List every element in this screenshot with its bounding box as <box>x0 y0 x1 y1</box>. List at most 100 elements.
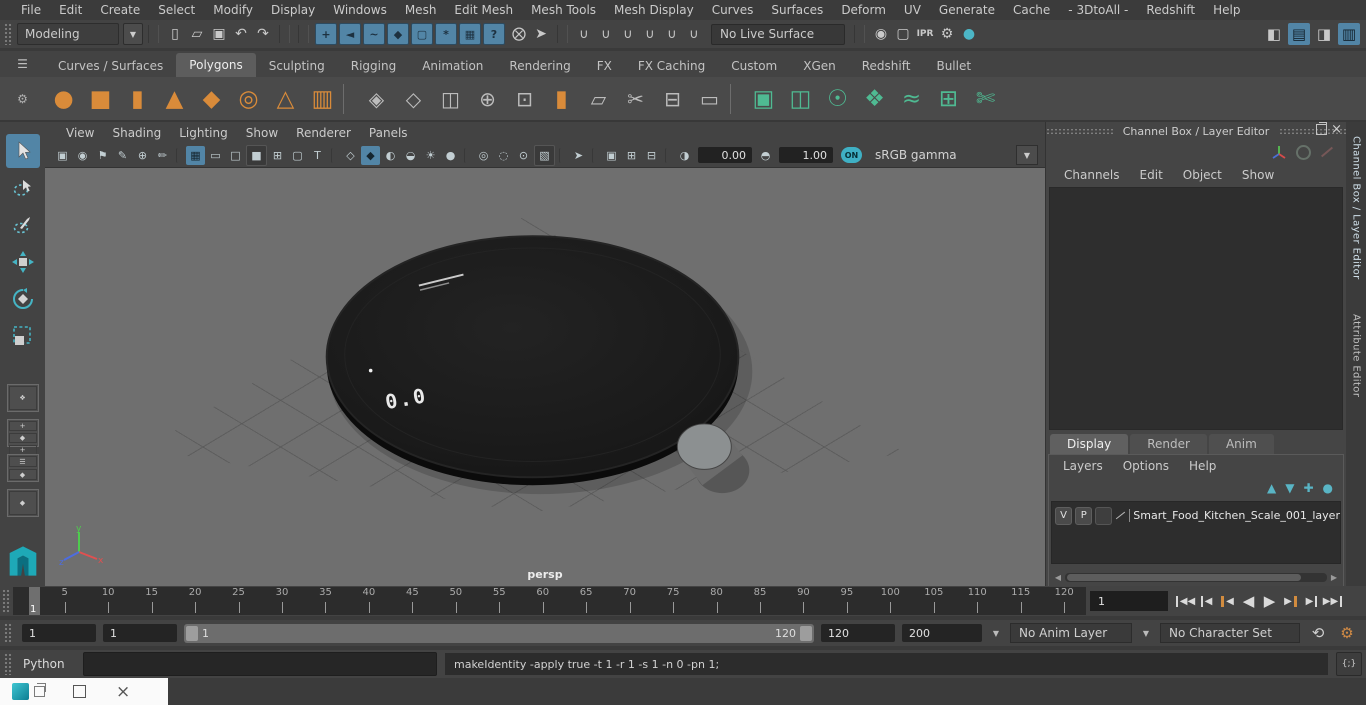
multi-cut-icon[interactable]: ✂ <box>617 80 654 117</box>
modeling-toolkit-icon[interactable]: ◧ <box>1263 23 1285 45</box>
menubar-item[interactable]: UV <box>895 3 930 17</box>
tool-settings-icon[interactable]: ◨ <box>1313 23 1335 45</box>
step-forward-key-button[interactable]: ▶ <box>1280 590 1301 612</box>
menubar-item[interactable]: Select <box>149 3 204 17</box>
float-panel-icon[interactable] <box>1316 122 1328 135</box>
colorspace-dropdown-arrow-icon[interactable]: ▼ <box>1016 145 1038 165</box>
paint-select-tool[interactable] <box>6 208 40 242</box>
colorspace-dropdown[interactable]: sRGB gamma <box>867 146 1015 164</box>
exposure-field[interactable]: 0.00 <box>698 147 752 163</box>
screen-space-ao-icon[interactable]: ◎ <box>474 146 493 165</box>
separator[interactable] <box>559 147 565 163</box>
shelf-tab[interactable]: XGen <box>790 55 849 77</box>
layer-editor-tab[interactable]: Anim <box>1208 434 1274 454</box>
two-d-pan-zoom-icon[interactable]: ⊕ <box>133 146 152 165</box>
wireframe-icon[interactable]: ◇ <box>341 146 360 165</box>
current-frame-marker[interactable]: 1 <box>29 587 40 615</box>
menu-set-selector[interactable]: Modeling <box>17 23 119 45</box>
snap-to-points-icon[interactable]: ∪ <box>617 23 639 45</box>
axis-tripod-icon[interactable] <box>1271 145 1287 159</box>
shelf-menu-icon[interactable]: ☰ <box>0 57 45 71</box>
create-empty-layer-icon[interactable]: ✚ <box>1303 481 1313 495</box>
safe-title-icon[interactable]: T <box>308 146 327 165</box>
edge-flow-icon[interactable]: ⊟ <box>654 80 691 117</box>
snap-to-curves-icon[interactable]: ∪ <box>595 23 617 45</box>
shadows-icon[interactable]: ● <box>441 146 460 165</box>
menubar-item[interactable]: Mesh <box>396 3 446 17</box>
panel-menu-item[interactable]: Show <box>237 126 287 140</box>
layer-row[interactable]: V P Smart_Food_Kitchen_Scale_001_layer <box>1052 505 1340 526</box>
rotate-tool[interactable] <box>6 282 40 316</box>
layer-scrollbar[interactable]: ◀ ▶ <box>1051 570 1341 584</box>
separate-icon[interactable]: ◇ <box>395 80 432 117</box>
open-scene-icon[interactable]: ▱ <box>186 23 208 45</box>
channel-list-area[interactable] <box>1049 187 1343 430</box>
attribute-editor-icon[interactable]: ▤ <box>1288 23 1310 45</box>
poly-cube-icon[interactable]: ■ <box>82 80 119 117</box>
menubar-item[interactable]: Redshift <box>1137 3 1204 17</box>
single-pane-layout-button[interactable]: ❖ <box>6 384 39 412</box>
poly-pipe-icon[interactable]: ▥ <box>304 80 341 117</box>
scrollbar-thumb[interactable] <box>1067 573 1301 581</box>
panel-header[interactable]: Channel Box / Layer Editor × <box>1046 122 1346 141</box>
separator[interactable] <box>331 147 337 163</box>
quad-draw-icon[interactable]: ▭ <box>691 80 728 117</box>
shelf-tab[interactable]: FX Caching <box>625 55 718 77</box>
extrude-icon[interactable]: ▮ <box>543 80 580 117</box>
layer-visibility-toggle[interactable]: V <box>1055 506 1073 525</box>
spherical-mapping-icon[interactable]: ☉ <box>819 80 856 117</box>
go-to-start-button[interactable]: ◀◀ <box>1175 590 1196 612</box>
command-grip[interactable] <box>4 653 13 675</box>
menu-set-arrow-icon[interactable]: ▼ <box>123 23 143 45</box>
render-settings-icon[interactable]: ⚙ <box>936 23 958 45</box>
scroll-left-icon[interactable]: ◀ <box>1051 573 1065 582</box>
lasso-select-tool[interactable] <box>6 171 40 205</box>
selection-mask-surfaces-icon[interactable]: ◆ <box>387 23 409 45</box>
command-language-toggle[interactable]: Python <box>23 657 75 671</box>
selection-mask-handles-icon[interactable]: ◄ <box>339 23 361 45</box>
camera-attributes-icon[interactable]: ◉ <box>73 146 92 165</box>
playback-start-field[interactable]: 1 <box>103 624 177 642</box>
step-back-key-button[interactable]: ◀ <box>1217 590 1238 612</box>
scale-tool[interactable] <box>6 319 40 353</box>
unfold-uv-icon[interactable]: ≈ <box>893 80 930 117</box>
redo-icon[interactable]: ↷ <box>252 23 274 45</box>
layer-list[interactable]: V P Smart_Food_Kitchen_Scale_001_layer <box>1051 501 1341 564</box>
smooth-shade-icon[interactable]: ◆ <box>361 145 380 165</box>
isolate-add-icon[interactable]: ⊞ <box>622 146 641 165</box>
menubar-item[interactable]: Edit <box>50 3 91 17</box>
restore-window-icon[interactable] <box>34 683 46 697</box>
combine-icon[interactable]: ◈ <box>358 80 395 117</box>
shelf-separator[interactable] <box>343 83 356 114</box>
poly-sphere-icon[interactable]: ● <box>45 80 82 117</box>
play-forwards-button[interactable]: ▶ <box>1259 590 1280 612</box>
snap-to-grids-icon[interactable]: ∪ <box>573 23 595 45</box>
selection-mask-deformations-icon[interactable]: ▢ <box>411 23 433 45</box>
separator[interactable] <box>592 147 598 163</box>
mirror-icon[interactable]: ◫ <box>432 80 469 117</box>
bookmarks-icon[interactable]: ⚑ <box>93 146 112 165</box>
poly-pyramid-icon[interactable]: △ <box>267 80 304 117</box>
render-current-frame-icon[interactable]: ▢ <box>892 23 914 45</box>
sidebar-vertical-tab[interactable]: Channel Box / Layer Editor <box>1351 136 1362 280</box>
make-object-live-icon[interactable]: ∪ <box>683 23 705 45</box>
menubar-item[interactable]: Help <box>1204 3 1249 17</box>
layer-editor-menu-item[interactable]: Help <box>1179 459 1226 473</box>
channel-box-menu-item[interactable]: Edit <box>1130 168 1173 182</box>
close-panel-icon[interactable]: × <box>1331 123 1342 136</box>
lighting-icon[interactable]: ☀ <box>421 146 440 165</box>
layer-display-type-toggle[interactable] <box>1095 506 1113 525</box>
menubar-item[interactable]: Modify <box>204 3 262 17</box>
anim-layer-arrow-icon[interactable]: ▼ <box>1139 629 1153 638</box>
separator[interactable] <box>665 147 671 163</box>
highlight-selection-icon[interactable]: ➤ <box>530 23 552 45</box>
lock-selection-icon[interactable]: ⨂ <box>508 23 530 45</box>
field-chart-icon[interactable]: ⊞ <box>268 146 287 165</box>
menubar-item[interactable]: Curves <box>703 3 763 17</box>
play-backwards-button[interactable]: ◀ <box>1238 590 1259 612</box>
gate-mask-icon[interactable]: ■ <box>246 144 267 166</box>
layer-editor-menu-item[interactable]: Options <box>1113 459 1179 473</box>
create-layer-from-selected-icon[interactable]: ● <box>1323 481 1333 495</box>
contrast-icon[interactable]: ◓ <box>756 146 775 165</box>
move-layer-up-icon[interactable]: ▲ <box>1267 481 1276 495</box>
